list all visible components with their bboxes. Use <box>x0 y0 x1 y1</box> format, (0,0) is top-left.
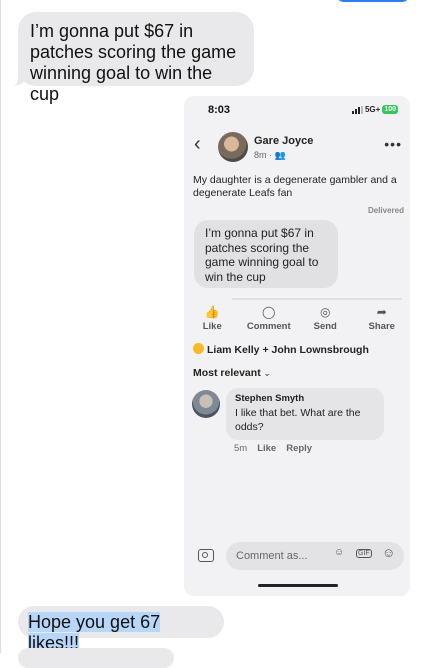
battery-icon: 100 <box>382 105 398 114</box>
comment-meta: 5m Like Reply <box>234 443 312 454</box>
commenter-avatar[interactable] <box>192 390 220 418</box>
comment-button[interactable]: ◯ Comment <box>241 306 298 336</box>
signal-icon <box>351 105 363 114</box>
outgoing-bubble-partial <box>336 0 410 2</box>
comment-bubble: Stephen Smyth I like that bet. What are … <box>226 388 384 440</box>
home-indicator <box>258 584 338 587</box>
status-bar: 8:03 5G+ 100 <box>184 96 410 126</box>
post-author[interactable]: Gare Joyce <box>254 135 313 147</box>
status-time: 8:03 <box>208 104 231 116</box>
share-button[interactable]: ➦ Share <box>354 306 411 336</box>
divider <box>232 298 402 300</box>
left-divider <box>0 0 1 653</box>
comment-composer: Comment as... ☺ GIF ☺ <box>184 540 410 574</box>
reactions-summary[interactable]: Liam Kelly + John Lownsbrough <box>193 343 369 356</box>
share-icon: ➦ <box>376 305 387 319</box>
comment-input[interactable]: Comment as... <box>226 542 404 570</box>
camera-icon[interactable] <box>198 549 214 562</box>
comment-icon: ◯ <box>262 305 276 319</box>
back-chevron-icon[interactable]: ‹ <box>194 134 201 154</box>
comment-like-link[interactable]: Like <box>257 443 276 454</box>
send-button[interactable]: ◎ Send <box>297 306 354 336</box>
next-message-bubble-partial <box>18 648 174 668</box>
post-text: My daughter is a degenerate gambler and … <box>193 174 397 199</box>
comment-text: I like that bet. What are the odds? <box>235 407 361 433</box>
selected-message-text: Hope you get 67 likes!!! <box>28 612 161 653</box>
shared-message-bubble: I’m gonna put $67 in patches scoring the… <box>194 220 338 288</box>
comment-author[interactable]: Stephen Smyth <box>235 393 375 404</box>
delivered-status: Delivered <box>367 206 404 215</box>
comment-filter-dropdown[interactable]: Most relevant ⌄ <box>193 367 270 379</box>
thumbs-up-icon: 👍 <box>204 305 220 319</box>
outgoing-message-bubble[interactable]: Hope you get 67 likes!!! <box>18 606 224 653</box>
gif-icon[interactable]: GIF <box>356 549 372 558</box>
network-label: 5G+ <box>364 105 381 114</box>
comment-reply-link[interactable]: Reply <box>286 443 312 454</box>
messenger-icon: ◎ <box>320 305 331 319</box>
avatar-sticker-icon[interactable]: ☺ <box>334 547 344 558</box>
post-meta: 8m · 👥 <box>254 150 286 160</box>
shared-screenshot[interactable]: 8:03 5G+ 100 ‹ Gare Joyce 8m · 👥 ••• My … <box>184 96 410 596</box>
emoji-icon[interactable]: ☺ <box>382 545 395 560</box>
incoming-message-bubble[interactable]: I’m gonna put $67 in patches scoring the… <box>18 12 254 104</box>
status-indicators: 5G+ 100 <box>351 105 398 114</box>
post-actions: 👍 Like ◯ Comment ◎ Send ➦ Share <box>184 306 410 336</box>
chevron-down-icon: ⌄ <box>263 369 271 378</box>
comment-time: 5m <box>234 443 248 454</box>
like-button[interactable]: 👍 Like <box>184 306 241 336</box>
haha-reaction-icon <box>193 343 204 354</box>
avatar[interactable] <box>218 132 248 162</box>
more-options-icon[interactable]: ••• <box>384 136 402 152</box>
